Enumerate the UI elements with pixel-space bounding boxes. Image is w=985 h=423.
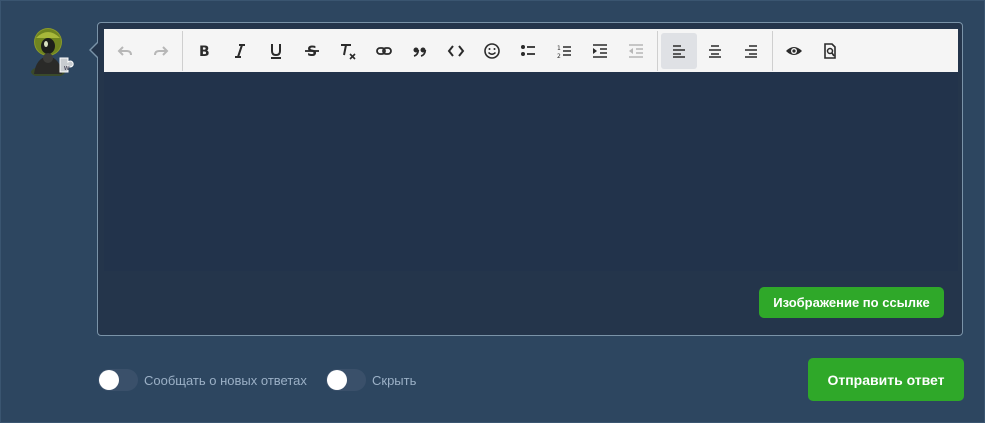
underline-button[interactable]	[258, 33, 294, 69]
outdent-button[interactable]	[618, 33, 654, 69]
align-left-icon	[673, 44, 685, 58]
eye-icon	[786, 46, 802, 55]
switch-knob	[99, 370, 119, 390]
bold-button[interactable]: B	[186, 33, 222, 69]
toolbar-separator	[772, 30, 773, 71]
svg-text:S: S	[307, 44, 317, 60]
image-by-link-button[interactable]: Изображение по ссылке	[759, 287, 944, 318]
quote-icon	[413, 47, 427, 57]
switch-knob	[327, 370, 347, 390]
indent-button[interactable]	[582, 33, 618, 69]
align-left-button[interactable]	[661, 32, 697, 69]
svg-text:1: 1	[557, 45, 561, 52]
align-center-icon	[709, 44, 721, 58]
strikethrough-button[interactable]: S	[294, 33, 330, 69]
svg-text:w: w	[63, 65, 70, 72]
emoji-icon	[484, 42, 500, 59]
link-button[interactable]	[366, 33, 402, 69]
notify-label: Сообщать о новых ответах	[144, 372, 307, 388]
underline-icon	[271, 43, 281, 59]
editor-toolbar: B S 12	[104, 29, 958, 72]
outdent-icon	[629, 43, 643, 58]
bullet-list-button[interactable]	[510, 33, 546, 69]
notify-toggle-row[interactable]: Сообщать о новых ответах	[98, 369, 307, 391]
preview-document-icon	[824, 42, 836, 59]
undo-icon	[117, 45, 132, 56]
reply-editor: B S 12 Изображение по ссылке	[97, 22, 963, 336]
align-center-button[interactable]	[697, 33, 733, 69]
align-right-icon	[745, 44, 757, 58]
toggle-preview-button[interactable]	[776, 33, 812, 69]
hide-label: Скрыть	[372, 372, 417, 388]
emoji-button[interactable]	[474, 33, 510, 69]
align-right-button[interactable]	[733, 33, 769, 69]
avatar[interactable]: w	[26, 24, 78, 78]
numbered-list-icon: 12	[557, 45, 571, 60]
hide-switch[interactable]	[326, 369, 366, 391]
indent-icon	[593, 43, 607, 58]
redo-button[interactable]	[143, 33, 179, 69]
notify-switch[interactable]	[98, 369, 138, 391]
link-icon	[376, 46, 392, 55]
submit-reply-button[interactable]: Отправить ответ	[808, 358, 964, 401]
bullet-list-icon	[521, 44, 535, 56]
preview-button[interactable]	[812, 33, 848, 69]
svg-text:2: 2	[557, 53, 561, 60]
code-button[interactable]	[438, 33, 474, 69]
code-icon	[447, 44, 465, 57]
blockquote-button[interactable]	[402, 33, 438, 69]
undo-button[interactable]	[107, 33, 143, 69]
toolbar-separator	[657, 30, 658, 71]
italic-button[interactable]	[222, 33, 258, 69]
clear-formatting-icon	[341, 43, 356, 60]
speech-arrow-fill	[91, 43, 98, 57]
clear-formatting-button[interactable]	[330, 33, 366, 69]
redo-icon	[154, 45, 169, 56]
svg-text:B: B	[199, 44, 210, 60]
hide-toggle-row[interactable]: Скрыть	[326, 369, 416, 391]
strikethrough-icon: S	[305, 44, 319, 60]
italic-icon	[235, 43, 245, 58]
numbered-list-button[interactable]: 12	[546, 33, 582, 69]
message-textarea[interactable]	[104, 72, 958, 271]
toolbar-separator	[182, 30, 183, 71]
bold-icon: B	[199, 44, 210, 60]
